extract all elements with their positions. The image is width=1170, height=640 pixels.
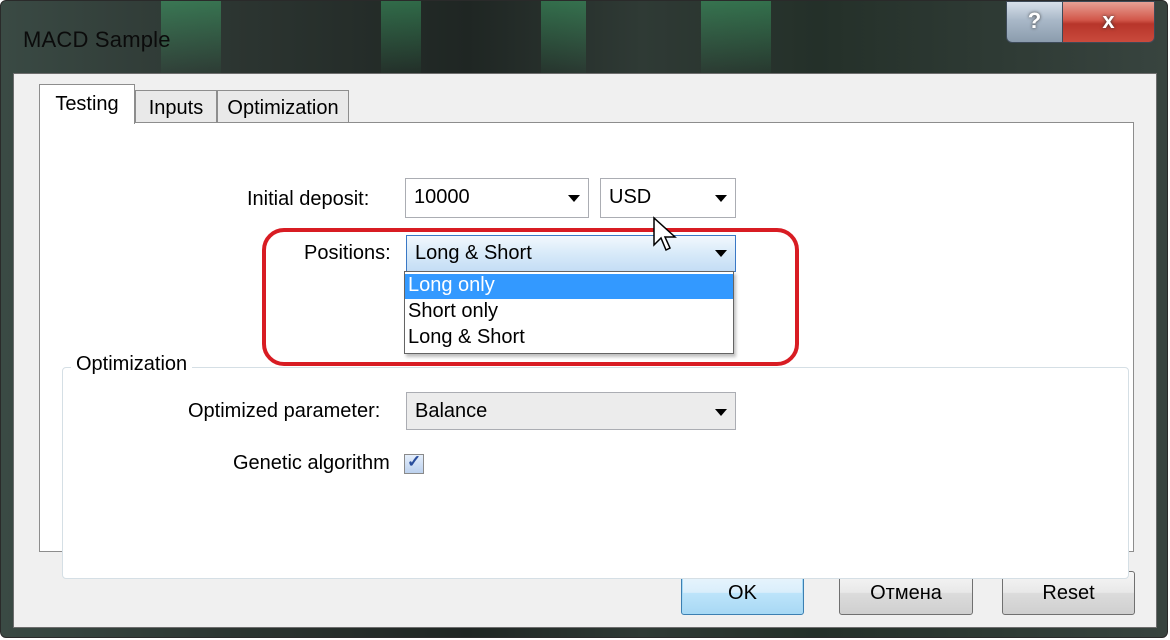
chevron-down-icon xyxy=(715,409,727,416)
tab-optimization[interactable]: Optimization xyxy=(217,90,349,122)
optimized-parameter-label: Optimized parameter: xyxy=(188,400,381,422)
close-button[interactable]: x xyxy=(1062,1,1155,43)
optimized-parameter-value: Balance xyxy=(415,400,488,422)
initial-deposit-combo[interactable]: 10000 xyxy=(405,178,589,218)
genetic-algorithm-checkbox[interactable]: ✓ xyxy=(404,452,424,474)
checkmark-icon: ✓ xyxy=(407,452,422,471)
close-icon: x xyxy=(1102,8,1115,33)
highlight-annotation xyxy=(262,228,799,366)
tab-inputs[interactable]: Inputs xyxy=(135,90,217,122)
chevron-down-icon xyxy=(568,195,580,202)
help-button[interactable]: ? xyxy=(1006,1,1063,43)
tab-testing[interactable]: Testing xyxy=(39,84,135,124)
chevron-down-icon xyxy=(715,195,727,202)
currency-value: USD xyxy=(609,186,652,208)
mouse-cursor-icon xyxy=(653,216,677,252)
genetic-algorithm-label: Genetic algorithm xyxy=(233,452,390,474)
initial-deposit-label: Initial deposit: xyxy=(247,188,370,210)
optimized-parameter-combo[interactable]: Balance xyxy=(406,392,736,430)
window-title: MACD Sample xyxy=(23,27,171,52)
help-icon: ? xyxy=(1027,8,1042,33)
optimization-group-title: Optimization xyxy=(71,353,193,376)
title-bar[interactable]: MACD Sample ? x xyxy=(1,1,1167,73)
initial-deposit-value: 10000 xyxy=(414,186,470,208)
currency-combo[interactable]: USD xyxy=(600,178,736,218)
